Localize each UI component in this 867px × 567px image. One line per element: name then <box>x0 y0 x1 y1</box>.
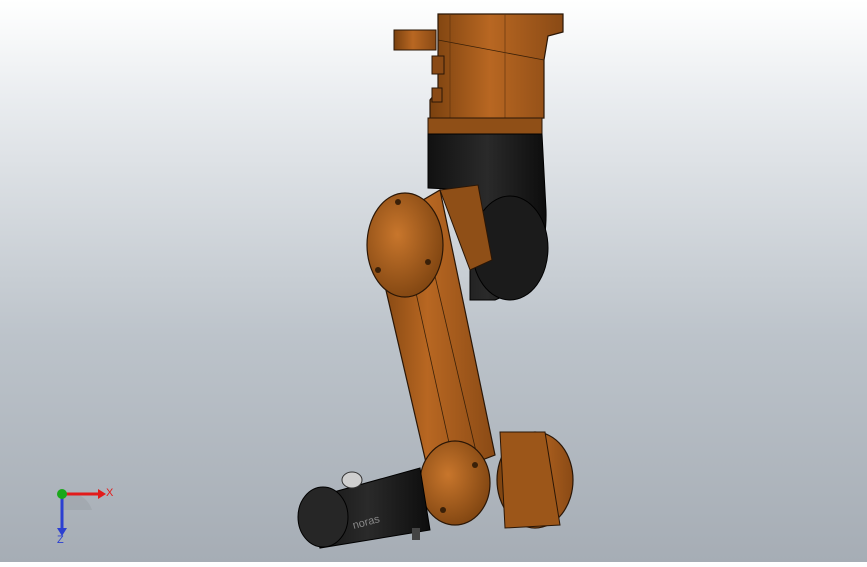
coordinate-triad: X Z <box>48 482 118 546</box>
robot-arm-model[interactable]: noras <box>0 0 867 562</box>
base-housing[interactable] <box>393 13 564 135</box>
3d-viewport[interactable]: noras <box>0 0 867 562</box>
x-axis-arrow-icon <box>98 489 106 499</box>
y-axis-dot-icon <box>57 489 67 499</box>
x-axis-label: X <box>106 487 114 499</box>
wrist-black[interactable] <box>297 467 431 549</box>
shoulder-joint-cap[interactable] <box>366 192 444 298</box>
z-axis-label: Z <box>57 534 64 544</box>
elbow-joint[interactable] <box>419 431 574 529</box>
